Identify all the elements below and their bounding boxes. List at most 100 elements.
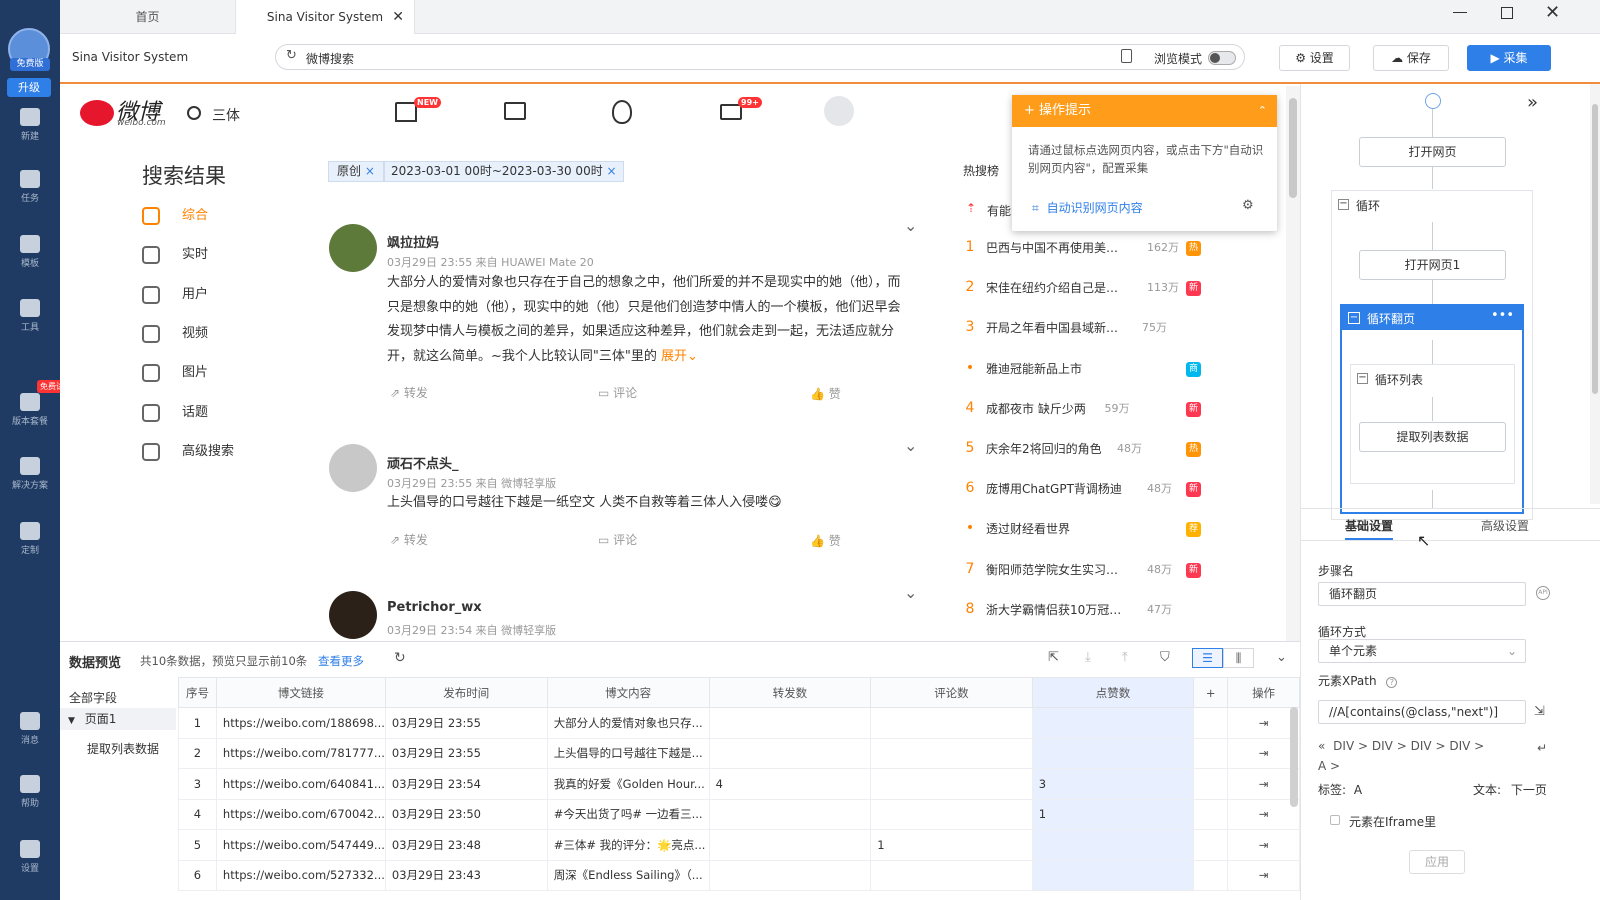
settings-button[interactable]: ⚙ 设置 <box>1279 45 1350 71</box>
post-avatar[interactable] <box>329 591 377 639</box>
file-icon[interactable] <box>1121 49 1132 63</box>
sidebar-item[interactable]: 设置 <box>0 840 60 874</box>
browse-mode-toggle[interactable] <box>1208 51 1236 65</box>
crumb[interactable]: DIV <box>1372 739 1393 753</box>
refresh-icon[interactable]: ↻ <box>286 48 297 63</box>
crumb[interactable]: DIV <box>1411 739 1432 753</box>
collapse-panel-icon[interactable]: » <box>1527 92 1538 113</box>
weibo-logo-icon[interactable] <box>80 100 114 126</box>
collapse-box-icon[interactable]: − <box>1348 312 1360 324</box>
post-author[interactable]: Petrichor_wx <box>387 600 482 615</box>
iframe-checkbox[interactable] <box>1330 815 1340 825</box>
row-action-icon[interactable]: ⇥ <box>1259 838 1269 852</box>
filter-icon[interactable]: ⛉ <box>1160 650 1170 665</box>
sidebar-item[interactable]: 版本套餐 <box>0 393 60 427</box>
refresh-icon[interactable]: ↻ <box>394 650 406 666</box>
repost-button[interactable]: ⇗ 转发 <box>390 384 428 401</box>
hot-list-item[interactable]: 8 浙大学霸情侣获10万冠军奖金 47万 <box>962 601 1202 621</box>
fields-page-item[interactable]: ▼ 页面1 <box>60 708 176 730</box>
hot-list-item[interactable]: 1 巴西与中国不再使用美元... 162万热 <box>962 239 1202 259</box>
search-icon[interactable] <box>187 106 201 120</box>
save-button[interactable]: ☁ 保存 <box>1373 45 1449 71</box>
api-icon[interactable]: API <box>1536 586 1550 600</box>
filter-chip[interactable]: 2023-03-01 00时~2023-03-30 00时 × <box>384 161 624 182</box>
sidebar-item[interactable]: 新建 <box>0 108 60 142</box>
chevron-down-icon[interactable]: ⌄ <box>904 436 917 455</box>
video-icon[interactable] <box>504 102 526 120</box>
more-icon[interactable]: ••• <box>1491 308 1514 323</box>
flow-node-open-page[interactable]: 打开网页 <box>1359 137 1506 167</box>
collect-button[interactable]: ▶ 采集 <box>1467 45 1551 71</box>
gear-icon[interactable]: ⚙ <box>1242 198 1254 213</box>
sidebar-item[interactable]: 帮助 <box>0 775 60 809</box>
column-header[interactable]: + <box>1193 677 1229 708</box>
url-box[interactable]: ↻ 微博搜索 浏览模式 <box>275 44 1245 70</box>
column-header[interactable]: 评论数 <box>870 677 1033 708</box>
hot-list-item[interactable]: 7 衡阳师范学院女生实习遭性侵 48万新 <box>962 561 1202 581</box>
row-action-icon[interactable]: ⇥ <box>1259 807 1269 821</box>
view-more-link[interactable]: 查看更多 <box>318 653 364 669</box>
row-action-icon[interactable]: ⇥ <box>1259 716 1269 730</box>
search-query[interactable]: 三体 <box>212 105 240 125</box>
xpath-input[interactable]: //A[contains(@class,"next")] <box>1318 700 1526 724</box>
column-header[interactable]: 转发数 <box>708 677 872 708</box>
column-header[interactable]: 序号 <box>178 677 217 708</box>
column-header[interactable]: 博文链接 <box>215 677 386 708</box>
close-icon[interactable]: ✕ <box>392 0 404 34</box>
post-author[interactable]: 飒拉拉妈 <box>387 232 439 251</box>
column-view-icon[interactable]: ⫼ <box>1223 648 1254 668</box>
hot-fire-icon[interactable] <box>612 100 632 124</box>
user-avatar-icon[interactable] <box>824 96 854 126</box>
sidebar-item[interactable]: 任务 <box>0 170 60 204</box>
sidebar-item[interactable]: 工具 <box>0 299 60 333</box>
like-button[interactable]: 👍 赞 <box>810 385 841 402</box>
hot-list-item[interactable]: 3 开局之年看中国县域新发展 75万 <box>962 319 1202 339</box>
row-action-icon[interactable]: ⇥ <box>1259 868 1269 882</box>
crumb[interactable]: DIV <box>1333 739 1354 753</box>
fields-all[interactable]: 全部字段 <box>69 689 117 706</box>
like-button[interactable]: 👍 赞 <box>810 532 841 549</box>
crumb[interactable]: A <box>1318 759 1326 773</box>
column-header[interactable]: 博文内容 <box>546 677 710 708</box>
tab-basic-settings[interactable]: 基础设置 <box>1345 517 1393 534</box>
download-icon[interactable]: ⤓ <box>1085 650 1091 665</box>
comment-button[interactable]: ▭ 评论 <box>598 531 637 548</box>
filter-chip[interactable]: 原创 × <box>328 161 384 182</box>
post-avatar[interactable] <box>329 224 377 272</box>
help-icon[interactable]: ? <box>1386 677 1398 688</box>
apply-button[interactable]: 应用 <box>1409 850 1465 874</box>
return-icon[interactable]: ↵ <box>1537 741 1547 755</box>
crumb[interactable]: DIV <box>1449 739 1470 753</box>
hot-list-item[interactable]: • 雅迪冠能新品上市 商 <box>962 360 1202 380</box>
tip-header[interactable]: + 操作提示 ⌃ <box>1012 95 1277 127</box>
panel-scrollbar[interactable] <box>1590 84 1600 504</box>
hot-list-item[interactable]: • 透过财经看世界 荐 <box>962 520 1202 540</box>
column-header[interactable]: 点赞数 <box>1031 677 1195 708</box>
loop-mode-select[interactable]: 单个元素 ⌄ <box>1318 639 1526 663</box>
minimize-icon[interactable] <box>1453 12 1467 13</box>
table-scrollbar[interactable] <box>1290 707 1298 807</box>
hot-list-item[interactable]: 4 成都夜市 缺斤少两 59万 新 <box>962 400 1202 420</box>
collapse-box-icon[interactable]: − <box>1357 373 1368 384</box>
expand-link[interactable]: 展开 <box>661 349 687 364</box>
close-icon[interactable]: × <box>365 164 375 178</box>
double-chevron-left-icon[interactable]: « <box>1318 739 1325 753</box>
edit-icon[interactable]: ⇲ <box>1534 704 1545 719</box>
post-avatar[interactable] <box>329 444 377 492</box>
collapse-icon[interactable]: ⌄ <box>1276 650 1287 665</box>
chevron-down-icon[interactable]: ⌄ <box>904 583 917 602</box>
page-scrollbar[interactable] <box>1286 86 1300 641</box>
column-header[interactable]: 发布时间 <box>384 677 548 708</box>
fields-sub-item[interactable]: 提取列表数据 <box>87 740 159 757</box>
row-action-icon[interactable]: ⇥ <box>1259 777 1269 791</box>
sidebar-item[interactable]: 模板 <box>0 235 60 269</box>
sidebar-item[interactable]: 定制 <box>0 522 60 556</box>
tab-advanced-settings[interactable]: 高级设置 <box>1481 517 1529 534</box>
row-action-icon[interactable]: ⇥ <box>1259 746 1269 760</box>
close-icon[interactable]: × <box>607 164 617 178</box>
post-author[interactable]: 顽石不点头_ <box>387 453 459 472</box>
export-icon[interactable]: ⇱ <box>1048 650 1059 665</box>
upload-icon[interactable]: ⤒ <box>1122 650 1128 665</box>
hot-list-item[interactable]: 2 宋佳在纽约介绍自己是中... 113万新 <box>962 279 1202 299</box>
sidebar-item[interactable]: 解决方案 <box>0 457 60 491</box>
